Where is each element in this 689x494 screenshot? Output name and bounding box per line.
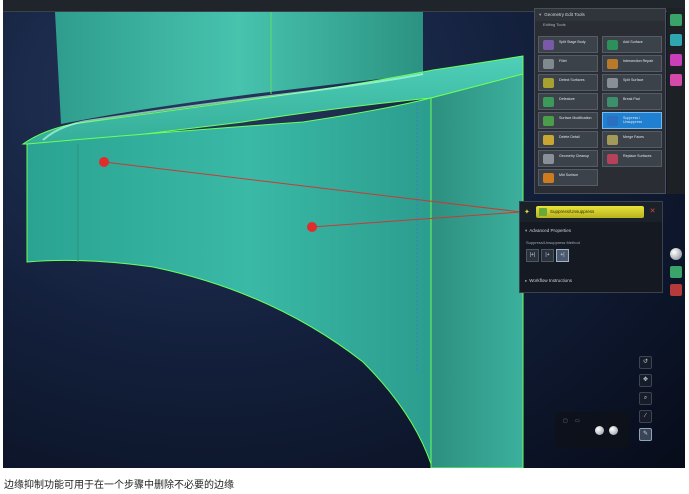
sphere-view-icon[interactable] [670,248,682,260]
tool-button[interactable]: Detect Surfaces [538,74,598,91]
workflow-instructions-label: Workflow Instructions [529,278,572,283]
toggle-mode-icon[interactable]: +| [556,249,569,262]
application-screenshot: ▾ Geometry Edit Tools Editing Tools Split… [3,0,685,468]
delete-detail-icon [543,135,554,145]
unsuppress-mode-icon[interactable]: |+ [541,249,554,262]
panel-title: Geometry Edit Tools [544,12,585,17]
panel-subtitle: Editing Tools [543,22,566,27]
tool-label: Detect Surfaces [559,78,585,82]
view-ball-left-icon[interactable] [595,426,604,435]
tool-button[interactable]: Mid Surface [538,169,598,186]
measure-icon[interactable]: ∕ [639,410,652,423]
geometry-cleanup-icon [543,154,554,164]
fit-icon[interactable]: ▭ [575,418,580,424]
suppress-mode-icon[interactable]: |+| [526,249,539,262]
tool-button[interactable]: Fillet [538,55,598,72]
method-button-group: |+| |+ +| [526,249,586,262]
chevron-right-icon: ▸ [525,278,528,283]
split-body-icon [543,40,554,50]
advanced-properties-label: Advanced Properties [529,228,572,233]
secondary-icon-strip [667,244,685,304]
tool-button[interactable]: Split Stage Body [538,36,598,53]
tool-label: Merge Faces [623,135,644,139]
favorite-icon[interactable]: ✦ [524,208,530,216]
suppress-tool-icon [539,208,547,216]
suppress-unsuppress-icon [607,116,618,126]
callout-dot-2 [307,222,317,232]
replace-surfaces-icon [607,154,618,164]
tool-button[interactable]: Defeature [538,93,598,110]
tool-button[interactable]: Replace Surfaces [602,150,662,167]
close-icon[interactable]: ✕ [648,207,657,216]
tool-label: Split Stage Body [559,40,586,44]
tool-button[interactable]: Add Surface [602,36,662,53]
platform-front-face [26,97,432,465]
results-mode-icon[interactable] [670,74,682,86]
view-ball-right-icon[interactable] [609,426,618,435]
select-icon[interactable]: ✎ [639,428,652,441]
figure-caption: 边缘抑制功能可用于在一个步骤中删除不必要的边缘 [4,480,234,491]
tool-button[interactable]: Intersection Repair [602,55,662,72]
view-toolbar: ↺ ✥ ⌕ ∕ ✎ [635,352,657,448]
surface-modification-icon [543,116,554,126]
geometry-tools-panel: ▾ Geometry Edit Tools Editing Tools Split… [534,8,666,194]
chevron-down-icon: ▾ [525,228,528,233]
tool-label: Geometry Cleanup [559,154,590,158]
tool-label: Delete Detail [559,135,580,139]
defeature-icon [543,97,554,107]
mesh-mode-icon[interactable] [670,34,682,46]
tool-label: Defeature [559,97,575,101]
tool-button[interactable]: Split Surface [602,74,662,91]
geometry-mode-icon[interactable] [670,14,682,26]
analysis-mode-icon[interactable] [670,54,682,66]
workflow-instructions-section[interactable]: ▸ Workflow Instructions [525,278,572,284]
tool-label: Surface Modification [559,116,592,120]
tool-label: Suppress / Unsuppress [623,116,643,125]
split-surface-icon [607,78,618,88]
rotate-icon[interactable]: ↺ [639,356,652,369]
platform-side-face [430,73,524,468]
tool-label: Add Surface [623,40,643,44]
advanced-properties-section[interactable]: ▾ Advanced Properties [525,228,571,234]
suppress-property-panel: ✦ Suppress/Unsuppress ✕ ▾ Advanced Proper… [519,201,663,293]
tool-label: Intersection Repair [623,59,654,63]
tool-button[interactable]: Merge Faces [602,131,662,148]
detect-surfaces-icon [543,78,554,88]
callout-dot-1 [99,157,109,167]
mid-surface-icon [543,173,554,183]
tool-button[interactable]: Suppress / Unsuppress [602,112,662,129]
right-icon-strip [667,8,685,194]
tool-label: Mid Surface [559,173,579,177]
method-label: Suppress/Unsuppress Method [526,240,580,245]
add-surface-icon [607,40,618,50]
fillet-icon [543,59,554,69]
tool-button[interactable]: Geometry Cleanup [538,150,598,167]
tool-label: Replace Surfaces [623,154,652,158]
property-panel-title: Suppress/Unsuppress [550,209,595,214]
zoom-icon[interactable]: ⌕ [639,392,652,405]
tool-button[interactable]: Surface Modification [538,112,598,129]
tool-label: Break Pad [623,97,640,101]
intersection-repair-icon [607,59,618,69]
merge-faces-icon [607,135,618,145]
section-view-icon[interactable] [670,284,682,296]
view-navigator: ▢ ▭ [555,412,629,448]
pan-icon[interactable]: ✥ [639,374,652,387]
tool-button[interactable]: Break Pad [602,93,662,110]
grid-icon[interactable]: ▢ [563,418,568,424]
break-pad-icon [607,97,618,107]
tool-label: Split Surface [623,78,644,82]
tool-button[interactable]: Delete Detail [538,131,598,148]
display-mode-icon[interactable] [670,266,682,278]
tool-label: Fillet [559,59,567,63]
collapse-icon[interactable]: ▾ [539,12,541,17]
